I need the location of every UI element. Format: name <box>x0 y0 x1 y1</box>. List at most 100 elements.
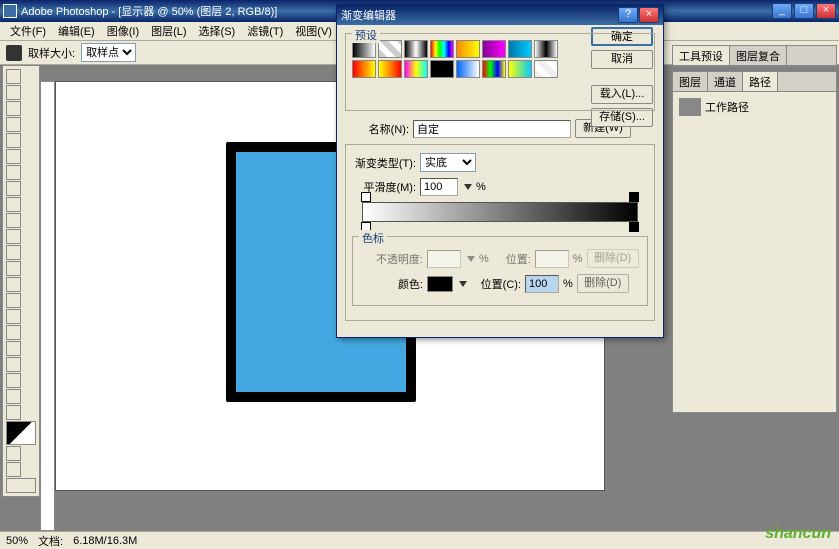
menu-image[interactable]: 图像(I) <box>101 23 145 39</box>
opacity-input <box>427 250 461 268</box>
preset-swatch-6[interactable] <box>508 40 532 58</box>
tab-channels[interactable]: 通道 <box>708 72 743 91</box>
preset-swatch-3[interactable] <box>430 40 454 58</box>
position1-unit: % <box>573 253 583 265</box>
gradient-preview-bar[interactable] <box>362 202 638 222</box>
watermark: shancun <box>765 525 831 543</box>
menu-layer[interactable]: 图层(L) <box>145 23 192 39</box>
app-icon <box>3 4 17 18</box>
path-row[interactable]: 工作路径 <box>677 96 832 118</box>
shape-tool[interactable] <box>6 341 21 356</box>
preset-swatch-1[interactable] <box>378 40 402 58</box>
notes-tool[interactable] <box>6 357 21 372</box>
eyedropper-tool[interactable] <box>6 373 21 388</box>
color-swatch[interactable] <box>427 276 453 292</box>
sample-size-select[interactable]: 取样点 <box>81 43 136 62</box>
preset-swatch-2[interactable] <box>404 40 428 58</box>
preset-swatch-13[interactable] <box>482 60 506 78</box>
stops-label: 色标 <box>359 230 387 246</box>
tab-layer-comps[interactable]: 图层复合 <box>730 46 787 65</box>
stamp-tool[interactable] <box>6 197 21 212</box>
status-bar: 50% 文档: 6.18M/16.3M <box>0 531 839 549</box>
preset-swatch-8[interactable] <box>352 60 376 78</box>
dialog-titlebar[interactable]: 渐变编辑器 ? × <box>337 5 663 25</box>
preset-swatch-10[interactable] <box>404 60 428 78</box>
preset-swatch-5[interactable] <box>482 40 506 58</box>
color-stop-right[interactable] <box>629 222 639 232</box>
toolbox <box>2 65 40 497</box>
history-brush-tool[interactable] <box>6 213 21 228</box>
menu-file[interactable]: 文件(F) <box>4 23 52 39</box>
opacity-stop-left[interactable] <box>361 192 371 202</box>
preset-swatch-15[interactable] <box>534 60 558 78</box>
heal-tool[interactable] <box>6 165 21 180</box>
minimize-button[interactable]: _ <box>772 3 792 19</box>
path-name: 工作路径 <box>705 99 749 115</box>
preset-swatch-12[interactable] <box>456 60 480 78</box>
menu-edit[interactable]: 编辑(E) <box>52 23 101 39</box>
screenmode-toggle[interactable] <box>6 462 21 477</box>
palette-paths: 图层 通道 路径 工作路径 <box>672 71 837 413</box>
dropdown-arrow-icon[interactable] <box>459 281 467 287</box>
ruler-vertical <box>40 81 55 531</box>
slice-tool[interactable] <box>6 149 21 164</box>
preset-swatch-11[interactable] <box>430 60 454 78</box>
dropdown-arrow-icon[interactable] <box>464 184 472 190</box>
eyedropper-icon <box>6 45 22 61</box>
maximize-button[interactable]: □ <box>794 3 814 19</box>
smoothness-input[interactable] <box>420 178 458 196</box>
name-input[interactable] <box>413 120 571 138</box>
presets-label: 预设 <box>352 27 380 43</box>
gradient-type-label: 渐变类型(T): <box>352 155 416 171</box>
opacity-unit: % <box>479 253 489 265</box>
preset-swatch-14[interactable] <box>508 60 532 78</box>
lasso-tool[interactable] <box>6 101 21 116</box>
path-select-tool[interactable] <box>6 293 21 308</box>
menu-filter[interactable]: 滤镜(T) <box>241 23 289 39</box>
opacity-label: 不透明度: <box>359 251 423 267</box>
color-label: 颜色: <box>359 276 423 292</box>
hand-tool[interactable] <box>6 389 21 404</box>
smoothness-unit: % <box>476 181 486 193</box>
gradient-type-select[interactable]: 实底 <box>420 153 476 172</box>
marquee-tool[interactable] <box>6 85 21 100</box>
delete-color-stop-button: 删除(D) <box>577 274 629 293</box>
app-title: Adobe Photoshop - [显示器 @ 50% (图层 2, RGB/… <box>21 3 277 19</box>
brush-tool[interactable] <box>6 181 21 196</box>
tab-paths[interactable]: 路径 <box>743 72 778 91</box>
quickmask-toggle[interactable] <box>6 446 21 461</box>
menu-select[interactable]: 选择(S) <box>193 23 242 39</box>
dialog-close-button[interactable]: × <box>639 7 659 23</box>
position2-input[interactable] <box>525 275 559 293</box>
move-tool[interactable] <box>6 69 21 84</box>
tab-tool-presets[interactable]: 工具预设 <box>673 46 730 65</box>
fg-bg-colors[interactable] <box>6 421 36 445</box>
position1-input <box>535 250 569 268</box>
palette-tool-presets: 工具预设 图层复合 <box>672 45 837 67</box>
gradient-tool[interactable] <box>6 245 21 260</box>
palette-area: 工具预设 图层复合 图层 通道 路径 工作路径 <box>672 45 837 417</box>
imageready-button[interactable] <box>6 478 36 493</box>
position2-label: 位置(C): <box>471 276 521 292</box>
menu-view[interactable]: 视图(V) <box>289 23 338 39</box>
position1-label: 位置: <box>493 251 531 267</box>
eraser-tool[interactable] <box>6 229 21 244</box>
doc-info-label: 文档: <box>38 533 63 549</box>
wand-tool[interactable] <box>6 117 21 132</box>
preset-swatch-7[interactable] <box>534 40 558 58</box>
dropdown-arrow-icon <box>467 256 475 262</box>
zoom-tool[interactable] <box>6 405 21 420</box>
type-tool[interactable] <box>6 309 21 324</box>
crop-tool[interactable] <box>6 133 21 148</box>
preset-swatch-4[interactable] <box>456 40 480 58</box>
blur-tool[interactable] <box>6 261 21 276</box>
doc-info: 6.18M/16.3M <box>73 535 137 547</box>
opacity-stop-right[interactable] <box>629 192 639 202</box>
preset-swatch-9[interactable] <box>378 60 402 78</box>
zoom-level[interactable]: 50% <box>6 535 28 547</box>
dodge-tool[interactable] <box>6 277 21 292</box>
tab-layers[interactable]: 图层 <box>673 72 708 91</box>
dialog-help-button[interactable]: ? <box>618 7 638 23</box>
pen-tool[interactable] <box>6 325 21 340</box>
close-button[interactable]: × <box>816 3 836 19</box>
